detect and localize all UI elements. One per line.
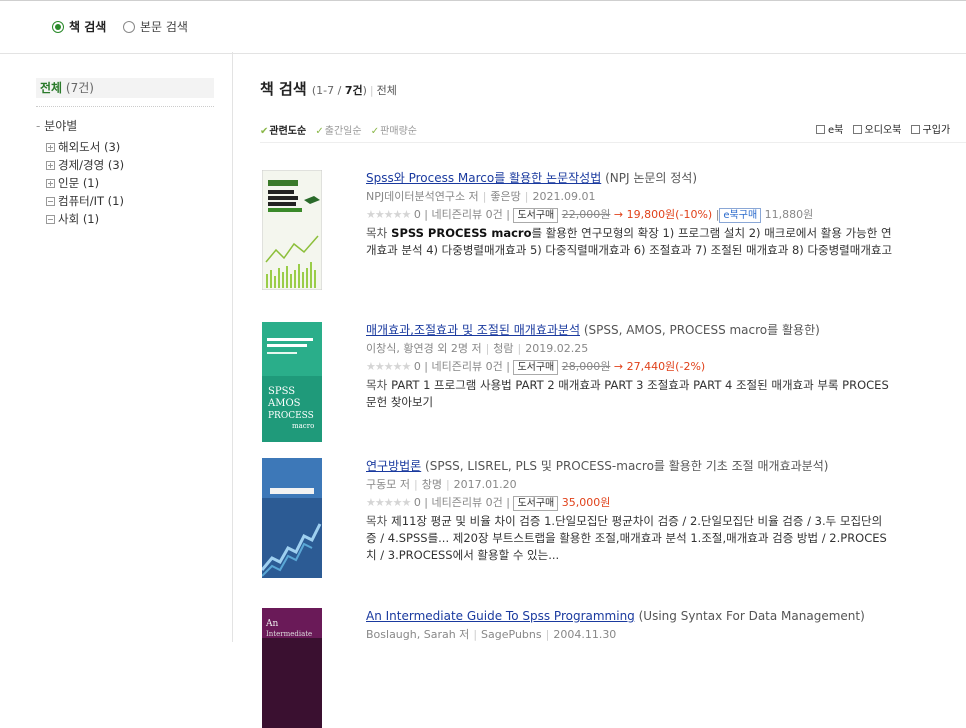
purchasable-checkbox[interactable]: [910, 125, 920, 134]
book-title-link[interactable]: An Intermediate Guide To Spss Programmin…: [366, 609, 635, 623]
sort-date[interactable]: ✓출간일순: [315, 126, 361, 137]
book-price-row: ★★★★★ 0 | 네티즌리뷰 0건 | 도서구매 22,000원 → 19,8…: [366, 208, 814, 223]
book-subtitle: (SPSS, LISREL, PLS 및 PROCESS-macro를 활용한 …: [425, 459, 829, 473]
book-meta: Boslaugh, Sarah 저 | SagePubns | 2004.11.30: [366, 628, 617, 641]
book-cover-image[interactable]: [262, 458, 322, 578]
buy-book-button[interactable]: 도서구매: [513, 496, 559, 511]
book-toc: 목차 PART 1 프로그램 사용법 PART 2 매개효과 PART 3 조절효…: [366, 378, 889, 409]
fulltext-search-radio[interactable]: 본문 검색: [123, 18, 188, 35]
book-price-row: ★★★★★ 0 | 네티즌리뷰 0건 | 도서구매 28,000원 → 27,4…: [366, 360, 706, 375]
book-info: 매개효과,조절효과 및 조절된 매개효과분석 (SPSS, AMOS, PROC…: [366, 322, 966, 411]
expand-plus-icon[interactable]: [46, 179, 55, 188]
book-cover-image[interactable]: [262, 170, 322, 290]
all-category-item[interactable]: 전체 (7건): [36, 78, 214, 98]
review-count[interactable]: 네티즌리뷰 0건: [432, 208, 503, 221]
rating-stars-icon: ★★★★★: [366, 496, 411, 509]
svg-text:An: An: [265, 619, 278, 629]
book-meta: NPJ데이터분석연구소 저 | 좋은땅 | 2021.09.01: [366, 190, 596, 203]
buy-book-button[interactable]: 도서구매: [513, 360, 559, 375]
category-item-foreign-books[interactable]: 해외도서 (3): [46, 138, 214, 156]
category-sidebar: 전체 (7건) 분야별 해외도서 (3) 경제/경영 (3) 인문 (1) 컴퓨…: [36, 78, 214, 228]
category-item-society[interactable]: 사회 (1): [46, 210, 214, 228]
header-rule: [260, 142, 966, 143]
category-item-economy[interactable]: 경제/경영 (3): [46, 156, 214, 174]
buy-book-button[interactable]: 도서구매: [513, 208, 559, 223]
category-list: 해외도서 (3) 경제/경영 (3) 인문 (1) 컴퓨터/IT (1) 사회 …: [46, 138, 214, 228]
radio-selected-icon: [52, 20, 64, 33]
result-count: (1-7 / 7건): [311, 84, 367, 97]
book-subtitle: (SPSS, AMOS, PROCESS macro를 활용한): [583, 323, 820, 337]
column-divider: [232, 52, 233, 642]
collapse-minus-icon[interactable]: [46, 197, 55, 206]
format-filters: e북 오디오북 구입가: [810, 121, 950, 136]
svg-text:SPSS: SPSS: [268, 386, 295, 397]
book-toc: 목차 제11장 평균 및 비율 차이 검증 1.단일모집단 평균차이 검증 / 2…: [366, 514, 887, 562]
book-cover-image[interactable]: SPSS AMOS PROCESS macro: [262, 322, 322, 442]
expand-plus-icon[interactable]: [46, 143, 55, 152]
book-info: 연구방법론 (SPSS, LISREL, PLS 및 PROCESS-macro…: [366, 458, 966, 564]
category-item-humanities[interactable]: 인문 (1): [46, 174, 214, 192]
buy-ebook-button[interactable]: e북구매: [719, 208, 762, 223]
result-scope: 전체: [376, 84, 397, 97]
svg-text:AMOS: AMOS: [267, 398, 301, 409]
rating-stars-icon: ★★★★★: [366, 208, 411, 221]
svg-text:PROCESS: PROCESS: [268, 411, 314, 421]
book-toc: 목차 SPSS PROCESS macro를 활용한 연구모형의 확장 1) 프로…: [366, 226, 893, 257]
review-count[interactable]: 네티즌리뷰 0건: [432, 360, 503, 373]
rating-stars-icon: ★★★★★: [366, 360, 411, 373]
book-subtitle: (NPJ 논문의 정석): [605, 171, 698, 185]
check-icon: ✓: [370, 126, 380, 137]
expand-plus-icon[interactable]: [46, 161, 55, 170]
check-icon: ✔: [260, 126, 269, 137]
ebook-checkbox[interactable]: [816, 125, 825, 134]
check-icon: ✓: [315, 126, 324, 137]
book-cover-image[interactable]: An Intermediate: [262, 608, 322, 728]
book-info: Spss와 Process Marco를 활용한 논문작성법 (NPJ 논문의 …: [366, 170, 966, 259]
sort-sales[interactable]: ✓판매량순: [371, 126, 417, 137]
book-meta: 구동모 저 | 창명 | 2017.01.20: [366, 478, 517, 491]
category-section-title: 분야별: [36, 117, 214, 134]
book-info: An Intermediate Guide To Spss Programmin…: [366, 608, 966, 643]
svg-text:Intermediate: Intermediate: [266, 630, 312, 638]
category-item-computer-it[interactable]: 컴퓨터/IT (1): [46, 192, 214, 210]
results-area: 책 검색 (1-7 / 7건) | 전체 ✔관련도순 ✓출간일순 ✓판매량순 e북 …: [260, 78, 966, 728]
sidebar-divider: [36, 106, 214, 107]
svg-text:macro: macro: [292, 422, 314, 430]
review-count[interactable]: 네티즌리뷰 0건: [432, 496, 503, 509]
book-search-radio[interactable]: 책 검색: [52, 18, 106, 35]
book-title-link[interactable]: Spss와 Process Marco를 활용한 논문작성법: [366, 171, 601, 185]
sort-options: ✔관련도순 ✓출간일순 ✓판매량순: [260, 122, 423, 137]
collapse-minus-icon[interactable]: [46, 215, 55, 224]
sort-relevance[interactable]: ✔관련도순: [260, 126, 306, 137]
page-title: 책 검색: [260, 80, 307, 98]
radio-unselected-icon: [123, 20, 135, 33]
book-title-link[interactable]: 연구방법론: [366, 459, 421, 473]
audiobook-checkbox[interactable]: [852, 125, 862, 134]
results-header: 책 검색 (1-7 / 7건) | 전체: [260, 80, 397, 98]
search-type-bar: 책 검색 본문 검색: [0, 0, 966, 54]
book-subtitle: (Using Syntax For Data Management): [638, 609, 865, 623]
book-meta: 이창식, 황연경 외 2명 저 | 청람 | 2019.02.25: [366, 342, 589, 355]
book-price-row: ★★★★★ 0 | 네티즌리뷰 0건 | 도서구매 35,000원: [366, 496, 611, 511]
book-title-link[interactable]: 매개효과,조절효과 및 조절된 매개효과분석: [366, 323, 580, 337]
